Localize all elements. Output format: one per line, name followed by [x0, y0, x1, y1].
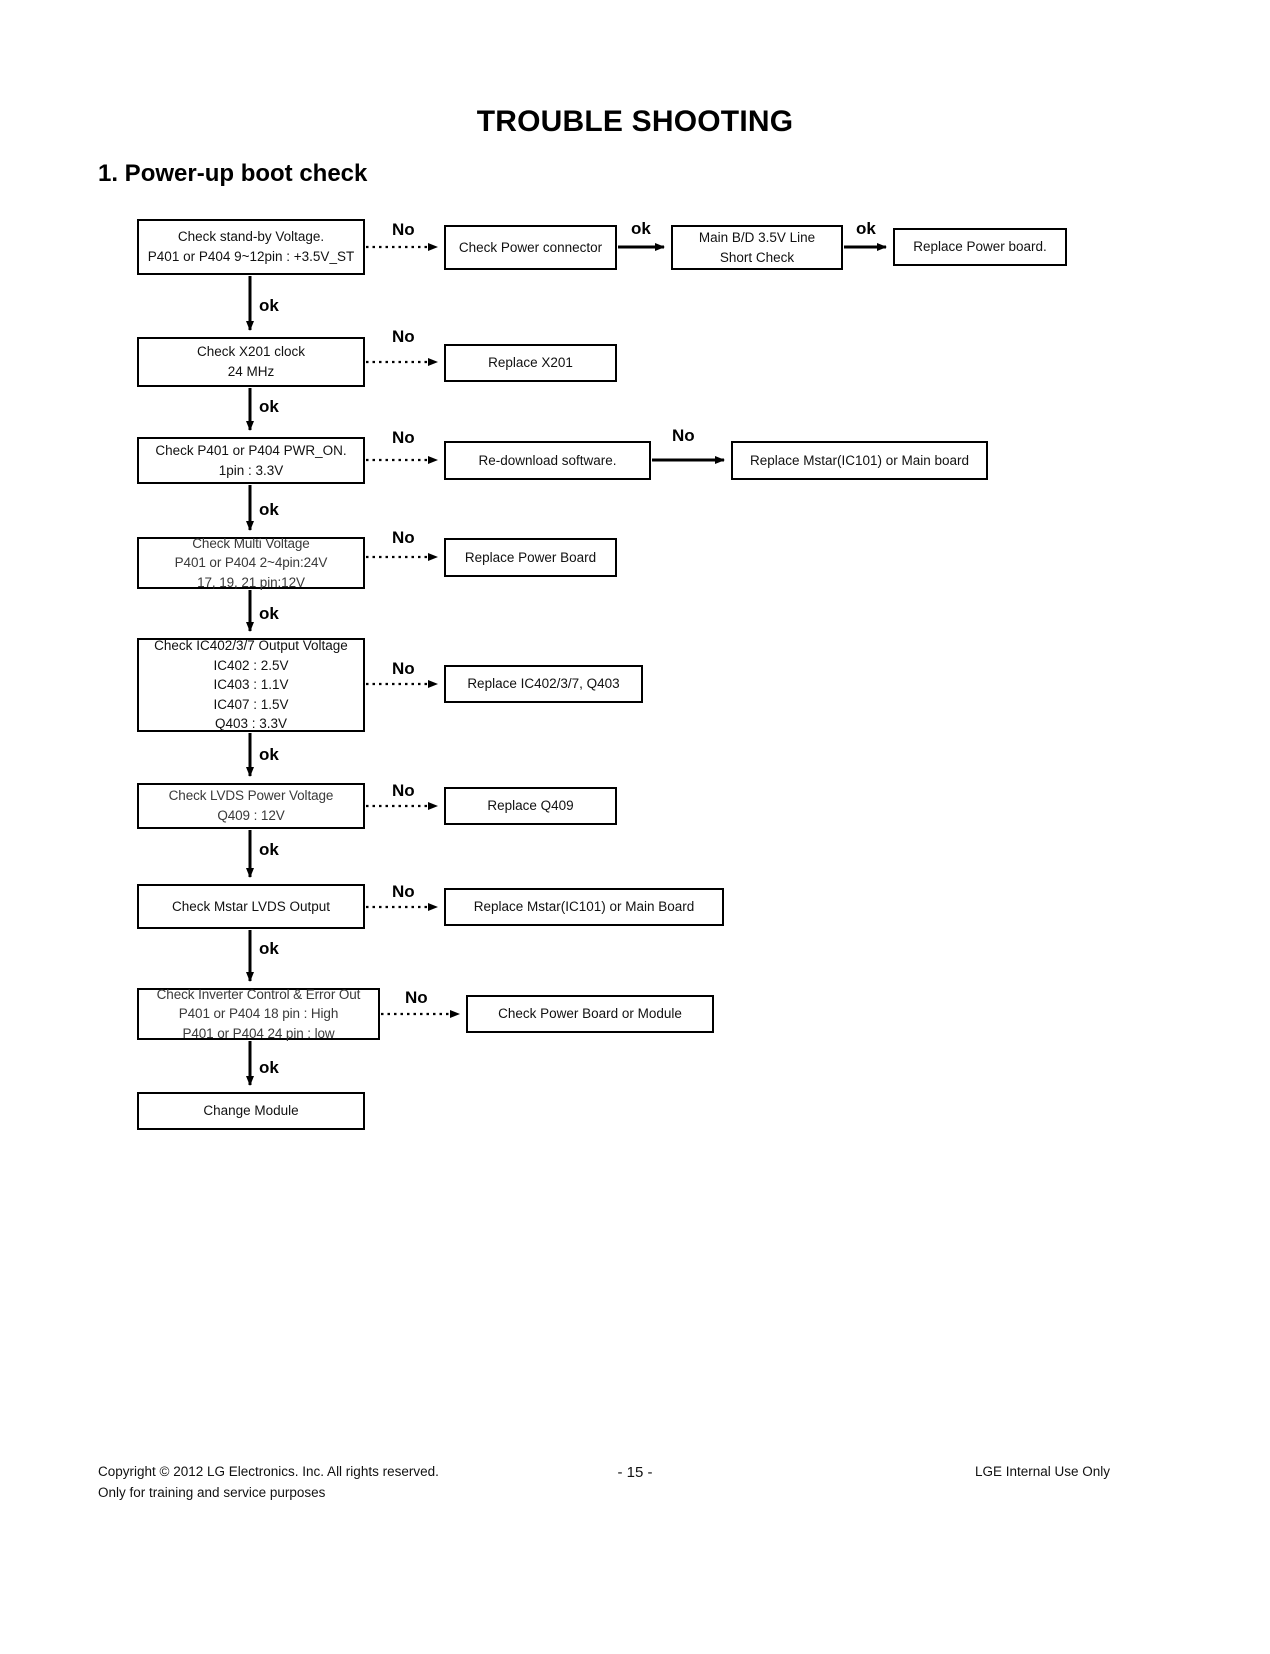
- flow-node-main-bd-short-check[interactable]: Main B/D 3.5V Line Short Check: [671, 225, 843, 270]
- edge-label-no-1: No: [392, 220, 415, 239]
- edge-label-ok-v3: ok: [259, 500, 279, 519]
- flow-node-replace-power-board-1[interactable]: Replace Power board.: [893, 228, 1067, 266]
- node-line: Check Inverter Control & Error Out: [156, 986, 361, 1002]
- flow-node-check-x201-clock[interactable]: Check X201 clock 24 MHz: [137, 337, 365, 387]
- edge-label-no-6: No: [392, 659, 415, 678]
- footer-internal-use-notice: LGE Internal Use Only: [974, 1464, 1110, 1479]
- node-line: P401 or P404 2~4pin:24V: [174, 555, 328, 571]
- flow-node-replace-q409[interactable]: Replace Q409: [444, 787, 617, 825]
- node-line: 1pin : 3.3V: [218, 462, 284, 478]
- node-line: P401 or P404 9~12pin : +3.5V_ST: [147, 249, 355, 264]
- edge-label-ok-v6: ok: [259, 840, 279, 859]
- flow-node-check-multi-voltage[interactable]: Check Multi Voltage P401 or P404 2~4pin:…: [137, 535, 365, 590]
- node-line: Check IC402/3/7 Output Voltage: [154, 638, 348, 654]
- edge-label-no-9: No: [405, 988, 428, 1007]
- node-line: Check Power connector: [458, 239, 603, 255]
- node-line: Replace Q409: [487, 798, 574, 814]
- node-line: Replace Power board.: [913, 239, 1047, 255]
- page-footer: Copyright © 2012 LG Electronics. Inc. Al…: [0, 1462, 1270, 1542]
- node-line: IC403 : 1.1V: [213, 677, 289, 693]
- edge-label-ok-v2: ok: [259, 397, 279, 416]
- flow-node-replace-x201[interactable]: Replace X201: [444, 344, 617, 382]
- node-line: Replace X201: [488, 355, 573, 371]
- edge-label-ok-2: ok: [856, 219, 876, 238]
- flow-node-check-ic-output-voltage[interactable]: Check IC402/3/7 Output Voltage IC402 : 2…: [137, 638, 365, 732]
- flow-node-change-module[interactable]: Change Module: [137, 1092, 365, 1130]
- flow-node-replace-power-board-2[interactable]: Replace Power Board: [444, 538, 617, 577]
- flow-node-replace-ic402-q403[interactable]: Replace IC402/3/7, Q403: [444, 665, 643, 703]
- edge-label-no-7: No: [392, 781, 415, 800]
- flow-node-check-lvds-power-voltage[interactable]: Check LVDS Power Voltage Q409 : 12V: [137, 783, 365, 829]
- flow-node-check-standby-voltage[interactable]: Check stand-by Voltage. P401 or P404 9~1…: [137, 219, 365, 275]
- node-line: Q403 : 3.3V: [214, 716, 288, 732]
- edge-label-ok-1: ok: [631, 219, 651, 238]
- flow-node-check-pwr-on[interactable]: Check P401 or P404 PWR_ON. 1pin : 3.3V: [137, 437, 365, 484]
- flow-node-replace-mstar-main-board-2[interactable]: Replace Mstar(IC101) or Main Board: [444, 888, 724, 926]
- node-line: Q409 : 12V: [217, 808, 285, 823]
- flow-node-check-inverter-control[interactable]: Check Inverter Control & Error Out P401 …: [137, 986, 380, 1041]
- footer-copyright-line-2: Only for training and service purposes: [98, 1484, 326, 1500]
- node-line: Replace Mstar(IC101) or Main Board: [473, 899, 695, 915]
- edge-label-no-2: No: [392, 327, 415, 346]
- edge-label-ok-v1: ok: [259, 296, 279, 315]
- page-canvas: TROUBLE SHOOTING 1. Power-up boot check: [0, 0, 1270, 1654]
- edge-label-no-3: No: [392, 428, 415, 447]
- node-line: Replace IC402/3/7, Q403: [467, 676, 620, 692]
- flow-node-re-download-software[interactable]: Re-download software.: [444, 441, 651, 480]
- node-line: Check Multi Voltage: [192, 535, 310, 551]
- node-line: 17, 19, 21 pin:12V: [197, 574, 305, 590]
- node-line: 24 MHz: [227, 364, 275, 379]
- node-line: Main B/D 3.5V Line: [698, 229, 816, 245]
- node-line: Check Mstar LVDS Output: [171, 898, 331, 914]
- node-line: P401 or P404 18 pin : High: [178, 1006, 339, 1022]
- flow-node-check-mstar-lvds-output[interactable]: Check Mstar LVDS Output: [137, 884, 365, 929]
- node-line: Check LVDS Power Voltage: [168, 788, 334, 804]
- edge-label-ok-v7: ok: [259, 939, 279, 958]
- edge-label-no-4: No: [672, 426, 695, 445]
- node-line: Check X201 clock: [196, 344, 306, 360]
- edge-label-ok-v5: ok: [259, 745, 279, 764]
- edge-label-ok-v4: ok: [259, 604, 279, 623]
- node-line: Check stand-by Voltage.: [177, 229, 325, 245]
- node-line: IC402 : 2.5V: [213, 657, 289, 673]
- edge-label-no-5: No: [392, 528, 415, 547]
- node-line: Short Check: [719, 249, 795, 265]
- flow-node-replace-mstar-main-board-1[interactable]: Replace Mstar(IC101) or Main board: [731, 441, 988, 480]
- node-line: Replace Power Board: [464, 549, 597, 565]
- flow-node-check-power-board-or-module[interactable]: Check Power Board or Module: [466, 995, 714, 1033]
- node-line: Check Power Board or Module: [498, 1006, 682, 1022]
- node-line: IC407 : 1.5V: [213, 696, 289, 712]
- edge-label-no-8: No: [392, 882, 415, 901]
- flow-node-check-power-connector[interactable]: Check Power connector: [444, 225, 617, 270]
- edge-label-ok-v8: ok: [259, 1058, 279, 1077]
- flowchart: Check stand-by Voltage. P401 or P404 9~1…: [0, 0, 1270, 1200]
- node-line: Check P401 or P404 PWR_ON.: [155, 442, 347, 458]
- node-line: Replace Mstar(IC101) or Main board: [749, 452, 970, 468]
- node-line: P401 or P404 24 pin : low: [182, 1025, 335, 1041]
- node-line: Re-download software.: [478, 452, 617, 468]
- node-line: Change Module: [203, 1103, 299, 1119]
